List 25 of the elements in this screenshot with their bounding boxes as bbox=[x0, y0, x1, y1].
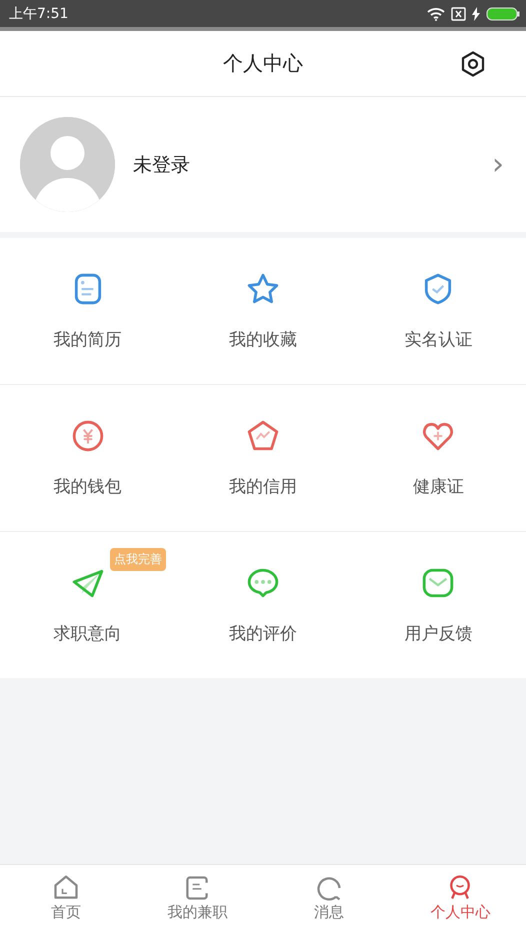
menu-item[interactable]: 用户反馈 bbox=[350, 532, 526, 678]
login-status[interactable]: 未登录 bbox=[133, 152, 474, 178]
charging-icon bbox=[472, 6, 480, 20]
menu-item[interactable]: 我的收藏 bbox=[175, 238, 351, 384]
nav-tab[interactable]: 我的兼职 bbox=[132, 865, 263, 931]
page-title: 个人中心 bbox=[223, 50, 303, 77]
menu-item[interactable]: 实名认证 bbox=[350, 238, 526, 384]
menu-item[interactable]: 点我完善 求职意向 bbox=[0, 532, 176, 678]
menu-item[interactable]: 我的信用 bbox=[175, 385, 351, 531]
tip-badge: 点我完善 bbox=[110, 548, 166, 571]
menu-item[interactable]: 我的钱包 bbox=[0, 385, 176, 531]
chevron-right[interactable]: › bbox=[492, 147, 506, 182]
battery-icon bbox=[486, 6, 520, 20]
chat-icon bbox=[314, 874, 343, 902]
status-time: 上午7:51 bbox=[9, 4, 68, 22]
menu-item[interactable]: 我的评价 bbox=[175, 532, 351, 678]
nav-tab[interactable]: 首页 bbox=[0, 865, 132, 931]
wifi-icon bbox=[427, 6, 445, 20]
menu-item[interactable]: 健康证 bbox=[350, 385, 526, 531]
nav-tab[interactable]: 消息 bbox=[263, 865, 394, 931]
sim-icon bbox=[451, 6, 466, 20]
home-icon bbox=[52, 874, 80, 902]
settings-icon[interactable] bbox=[460, 51, 486, 77]
nav-tab[interactable]: 个人中心 bbox=[394, 865, 526, 931]
menu-item[interactable]: 我的简历 bbox=[0, 238, 176, 384]
